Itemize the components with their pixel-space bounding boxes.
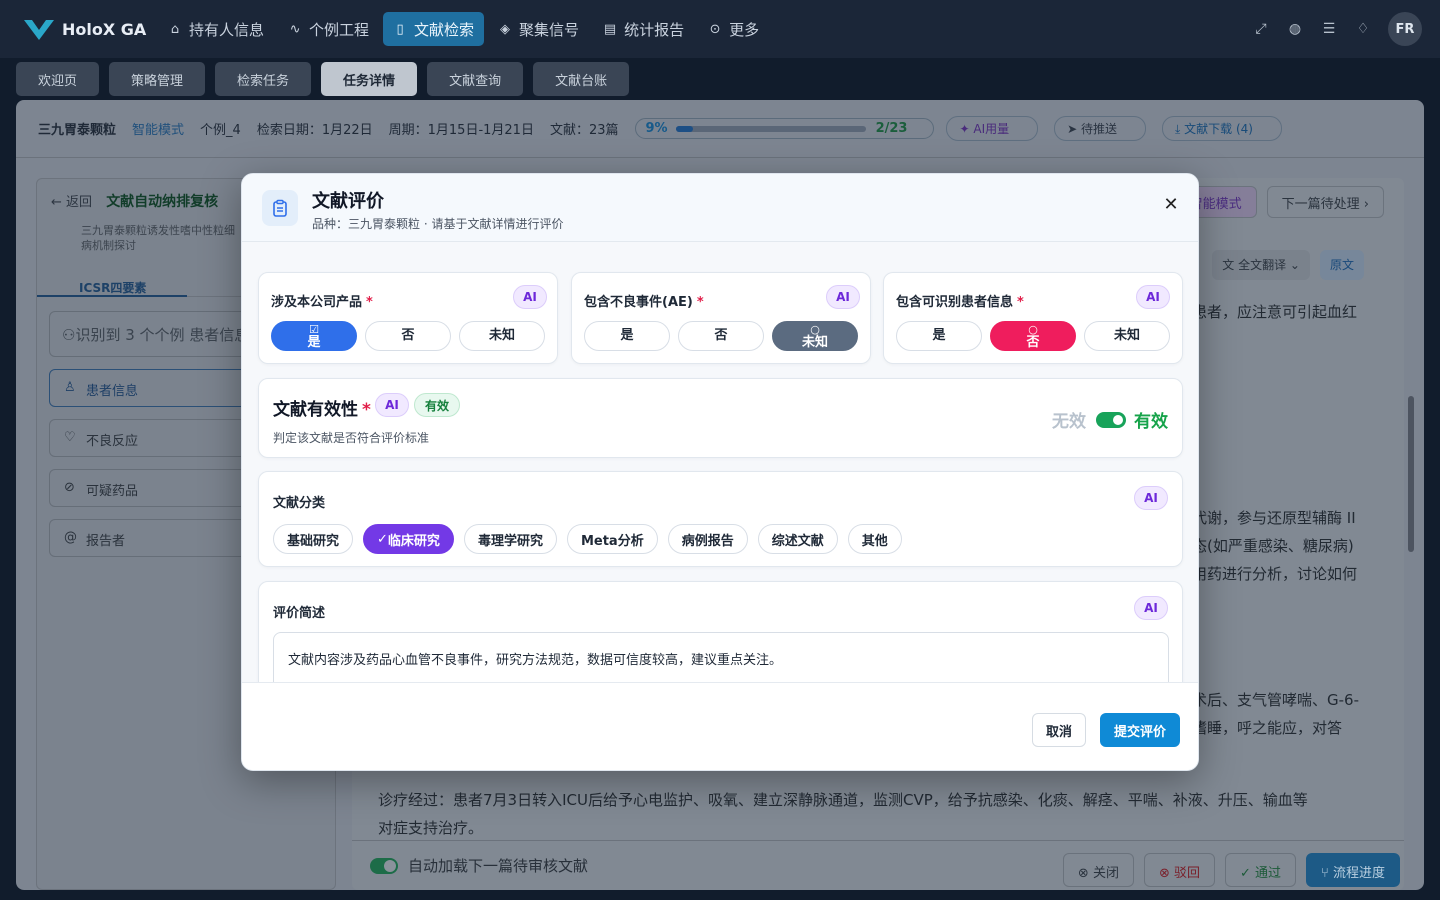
required-mark: * — [696, 295, 704, 310]
category-label: 文献分类 — [273, 496, 326, 511]
close-icon[interactable]: ✕ — [1162, 196, 1180, 214]
validity-toggle[interactable] — [1096, 411, 1126, 428]
required-mark: * — [362, 400, 371, 420]
modal-subtitle: 品种：三九胃泰颗粒 · 请基于文献详情进行评价 — [312, 217, 564, 231]
category-chips: 基础研究 ✓ 临床研究 毒理学研究 Meta分析 病例报告 综述文献 其他 — [273, 524, 912, 554]
check-icon: ✓ — [377, 531, 388, 547]
question-text: 包含不良事件(AE) — [584, 295, 693, 310]
chip-label: 临床研究 — [387, 533, 440, 549]
option-unknown[interactable]: 未知 — [1084, 321, 1170, 351]
category-meta-analysis[interactable]: Meta分析 — [566, 524, 658, 554]
valid-label: 有效 — [1134, 412, 1168, 432]
invalid-label: 无效 — [1052, 412, 1086, 432]
required-mark: * — [366, 295, 373, 310]
option-unknown[interactable]: 未知 — [459, 321, 545, 351]
clipboard-icon — [262, 190, 298, 226]
option-no[interactable]: ○ 否 — [990, 321, 1076, 351]
category-toxicology[interactable]: 毒理学研究 — [463, 524, 557, 554]
modal-title: 文献评价 — [312, 191, 384, 212]
ai-badge: AI — [1136, 285, 1170, 309]
validity-toggle-group: 无效 有效 — [1052, 407, 1168, 432]
evaluation-modal: 文献评价 品种：三九胃泰颗粒 · 请基于文献详情进行评价 ✕ 涉及本公司产品 * … — [241, 173, 1199, 771]
summary-label: 评价简述 — [273, 606, 326, 621]
option-unknown[interactable]: ○ 未知 — [772, 321, 858, 351]
required-mark: * — [1017, 295, 1024, 310]
question-text: 包含可识别患者信息 — [896, 295, 1014, 310]
question-label: 涉及本公司产品 * — [271, 291, 373, 310]
option-no[interactable]: 否 — [365, 321, 451, 351]
check-circle-icon: ☑ — [309, 322, 319, 336]
option-yes[interactable]: 是 — [896, 321, 982, 351]
summary-card: 评价简述 AI 文献内容涉及药品心血管不良事件，研究方法规范，数据可信度较高，建… — [258, 581, 1183, 682]
validity-status-tag: 有效 — [414, 393, 461, 417]
option-label: 否 — [1026, 334, 1040, 350]
category-other[interactable]: 其他 — [847, 524, 902, 554]
validity-description: 判定该文献是否符合评价标准 — [273, 431, 430, 445]
modal-body[interactable]: 涉及本公司产品 * AI ☑ 是 否 未知 包含不良事件(AE) * AI 是 否 ○… — [242, 242, 1198, 682]
question-company-product: 涉及本公司产品 * AI ☑ 是 否 未知 — [258, 272, 558, 364]
validity-title: 文献有效性 * — [273, 395, 371, 420]
ai-badge: AI — [1134, 596, 1168, 620]
category-card: 文献分类 AI 基础研究 ✓ 临床研究 毒理学研究 Meta分析 病例报告 综述文… — [258, 471, 1183, 567]
ai-badge: AI — [826, 285, 860, 309]
validity-card: 文献有效性 * AI 有效 判定该文献是否符合评价标准 无效 有效 — [258, 378, 1183, 458]
question-patient-info: 包含可识别患者信息 * AI 是 ○ 否 未知 — [883, 272, 1183, 364]
cancel-button[interactable]: 取消 — [1032, 713, 1086, 747]
ai-badge: AI — [1134, 486, 1168, 510]
validity-title-text: 文献有效性 — [273, 400, 358, 420]
option-yes[interactable]: 是 — [584, 321, 670, 351]
modal-header: 文献评价 品种：三九胃泰颗粒 · 请基于文献详情进行评价 ✕ — [242, 174, 1198, 242]
category-basic-research[interactable]: 基础研究 — [273, 524, 354, 554]
circle-icon: ○ — [1028, 322, 1038, 336]
option-label: 是 — [307, 334, 321, 350]
summary-textarea[interactable]: 文献内容涉及药品心血管不良事件，研究方法规范，数据可信度较高，建议重点关注。 — [273, 632, 1169, 682]
ai-badge: AI — [513, 285, 547, 309]
option-yes[interactable]: ☑ 是 — [271, 321, 357, 351]
ai-badge: AI — [375, 393, 409, 417]
circle-icon: ○ — [810, 322, 820, 336]
modal-footer: 取消 提交评价 — [242, 682, 1198, 770]
question-label: 包含不良事件(AE) * — [584, 291, 704, 310]
question-adverse-event: 包含不良事件(AE) * AI 是 否 ○ 未知 — [571, 272, 871, 364]
submit-evaluation-button[interactable]: 提交评价 — [1100, 713, 1180, 747]
question-text: 涉及本公司产品 — [271, 295, 363, 310]
category-review[interactable]: 综述文献 — [757, 524, 838, 554]
option-label: 未知 — [801, 334, 828, 350]
category-case-report[interactable]: 病例报告 — [667, 524, 748, 554]
category-clinical-research[interactable]: ✓ 临床研究 — [363, 524, 454, 554]
option-no[interactable]: 否 — [678, 321, 764, 351]
question-label: 包含可识别患者信息 * — [896, 291, 1024, 310]
